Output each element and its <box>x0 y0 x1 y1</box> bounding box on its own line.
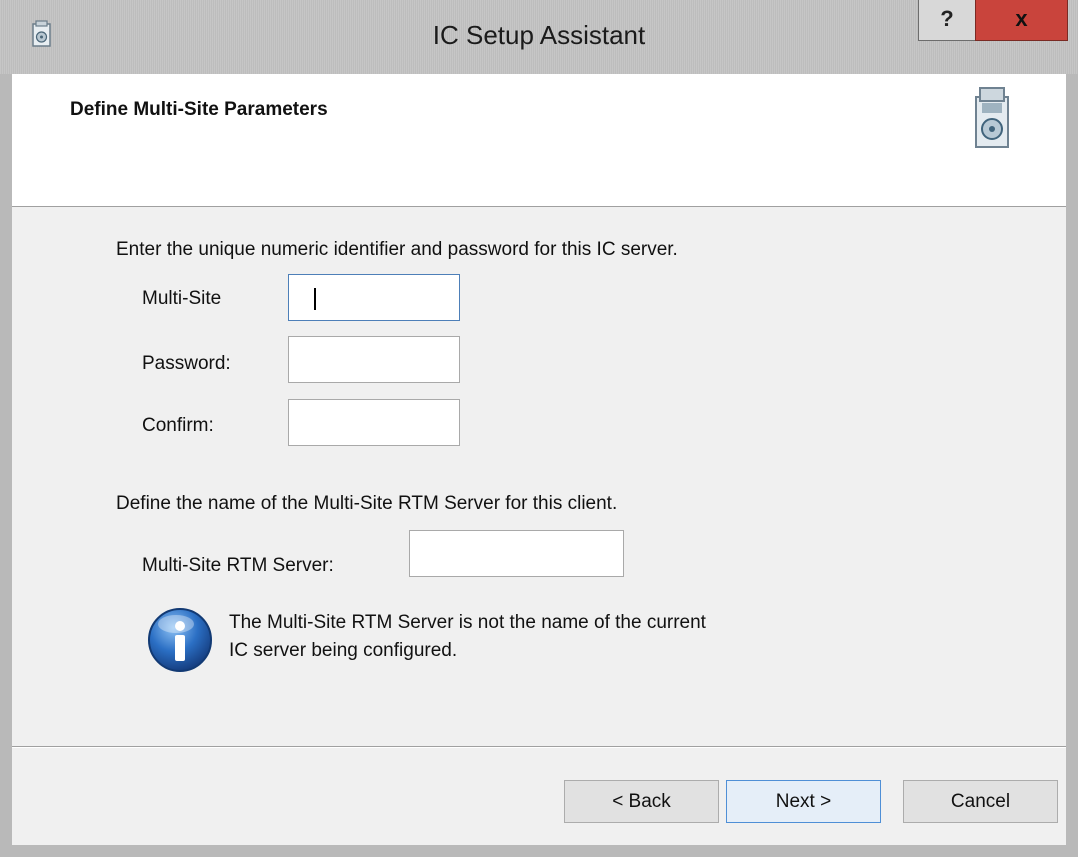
rtm-server-label: Multi-Site RTM Server: <box>142 555 334 576</box>
confirm-label: Confirm: <box>142 415 214 436</box>
identifier-instruction: Enter the unique numeric identifier and … <box>116 239 678 260</box>
multi-site-label: Multi-Site <box>142 288 222 309</box>
close-button[interactable]: x <box>975 0 1068 41</box>
next-button[interactable]: Next > <box>726 780 881 823</box>
info-text-line2: IC server being configured. <box>229 640 458 661</box>
info-icon <box>148 608 212 672</box>
title-bar[interactable]: IC Setup Assistant ? x <box>0 0 1078 74</box>
page-title: Define Multi-Site Parameters <box>70 99 328 120</box>
info-text-line1: The Multi-Site RTM Server is not the nam… <box>229 612 706 633</box>
dialog-client-area: Define Multi-Site Parameters Enter the u… <box>12 74 1066 845</box>
window-title: IC Setup Assistant <box>432 20 646 50</box>
password-input[interactable] <box>288 336 460 383</box>
rtm-server-input[interactable] <box>409 530 624 577</box>
wizard-header: Define Multi-Site Parameters <box>12 74 1066 207</box>
setup-dialog: IC Setup Assistant ? x Define Multi-Site… <box>0 0 1078 857</box>
cancel-button[interactable]: Cancel <box>903 780 1058 823</box>
password-label: Password: <box>142 353 231 374</box>
rtm-instruction: Define the name of the Multi-Site RTM Se… <box>116 493 618 514</box>
multi-site-input[interactable] <box>288 274 460 321</box>
back-button[interactable]: < Back <box>564 780 719 823</box>
help-button[interactable]: ? <box>918 0 976 41</box>
setup-box-icon <box>975 87 1009 148</box>
footer-divider <box>12 746 1066 748</box>
confirm-password-input[interactable] <box>288 399 460 446</box>
text-caret <box>314 288 316 310</box>
